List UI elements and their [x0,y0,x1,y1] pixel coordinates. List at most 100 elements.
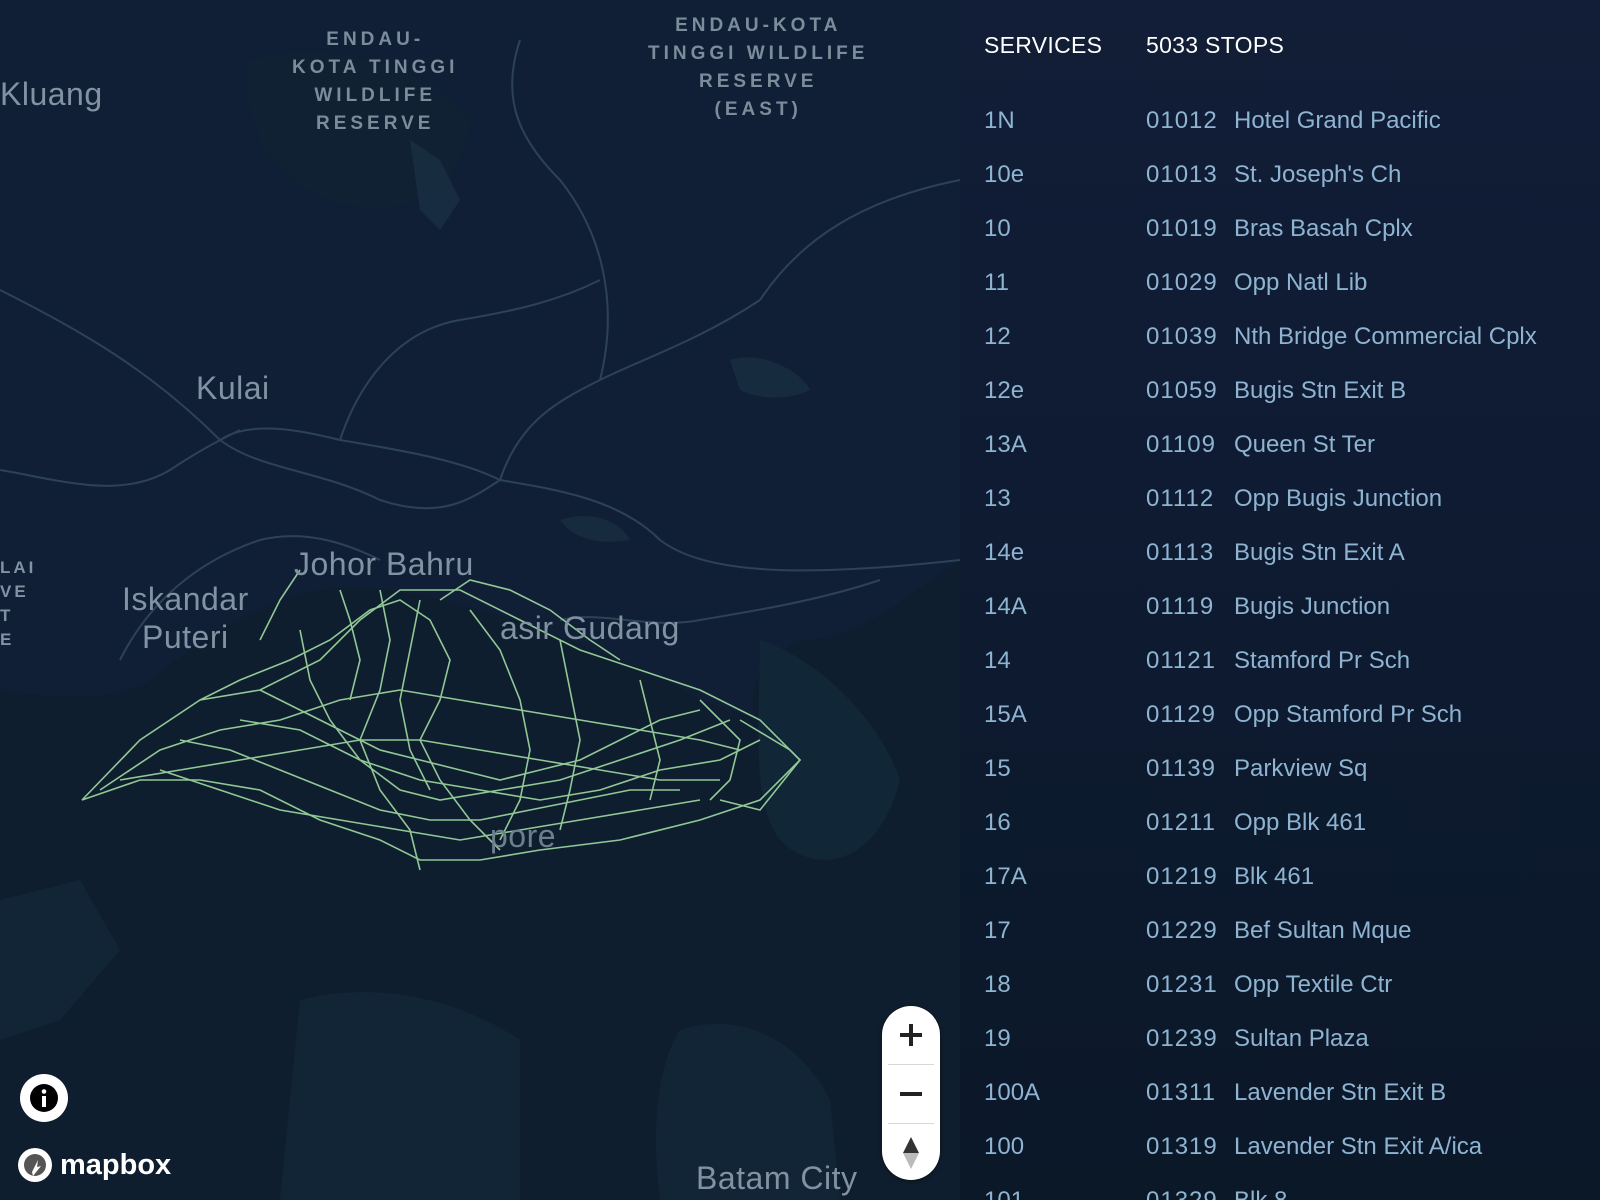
services-header: SERVICES [984,32,1103,58]
service-item[interactable]: 100 [984,1120,1134,1174]
stop-item[interactable]: 01319 Lavender Stn Exit A/ica [1146,1120,1596,1174]
stop-name: Opp Natl Lib [1234,269,1368,296]
service-item[interactable]: 1N [984,94,1134,148]
stop-code: 01029 [1146,269,1218,296]
service-item[interactable]: 14 [984,634,1134,688]
service-item[interactable]: 14A [984,580,1134,634]
stop-item[interactable]: 01211 Opp Blk 461 [1146,796,1596,850]
stop-item[interactable]: 01012 Hotel Grand Pacific [1146,94,1596,148]
service-item[interactable]: 17A [984,850,1134,904]
service-item[interactable]: 10 [984,202,1134,256]
stop-code: 01211 [1146,809,1216,836]
stop-code: 01239 [1146,1025,1218,1052]
stop-item[interactable]: 01121 Stamford Pr Sch [1146,634,1596,688]
plus-icon [900,1024,922,1046]
map-navigation-control [882,1006,940,1180]
service-item[interactable]: 10e [984,148,1134,202]
service-item[interactable]: 16 [984,796,1134,850]
stop-name: Hotel Grand Pacific [1234,107,1441,134]
label-wildlife-reserve-east: ENDAU-KOTA TINGGI WILDLIFE RESERVE (EAST… [648,15,869,120]
service-item[interactable]: 13A [984,418,1134,472]
stop-name: Bugis Junction [1234,593,1391,620]
mapbox-wordmark: mapbox [60,1148,172,1181]
stop-name: Queen St Ter [1234,431,1375,458]
stop-item[interactable]: 01059 Bugis Stn Exit B [1146,364,1596,418]
stop-code: 01231 [1146,971,1218,998]
stop-name: Blk 461 [1234,863,1315,890]
stop-item[interactable]: 01329Blk 8 [1146,1174,1596,1200]
stop-name: Opp Blk 461 [1234,809,1367,836]
zoom-in-button[interactable] [882,1006,940,1064]
stop-item[interactable]: 01019 Bras Basah Cplx [1146,202,1596,256]
service-item[interactable]: 15A [984,688,1134,742]
service-item[interactable]: 15 [984,742,1134,796]
stop-item[interactable]: 01231 Opp Textile Ctr [1146,958,1596,1012]
label-singapore: pore [490,818,557,854]
stop-code: 01019 [1146,215,1218,242]
stop-name: St. Joseph's Ch [1234,161,1402,188]
stop-code: 01109 [1146,431,1216,458]
stop-name: Opp Bugis Junction [1234,485,1443,512]
mapbox-logo[interactable]: mapbox [16,1146,171,1184]
service-item[interactable]: 12 [984,310,1134,364]
stop-name: Bugis Stn Exit A [1234,539,1405,566]
stop-item[interactable]: 01239 Sultan Plaza [1146,1012,1596,1066]
service-item[interactable]: 100A [984,1066,1134,1120]
label-kulai: Kulai [196,370,270,406]
info-button[interactable] [20,1074,68,1122]
stop-item[interactable]: 01029 Opp Natl Lib [1146,256,1596,310]
stop-item[interactable]: 01112 Opp Bugis Junction [1146,472,1596,526]
reset-bearing-button[interactable] [882,1124,940,1182]
stop-code: 01311 [1146,1079,1216,1106]
stop-name: Parkview Sq [1234,755,1368,782]
label-kluang: Kluang [0,76,103,112]
stop-item[interactable]: 01219 Blk 461 [1146,850,1596,904]
stop-code: 01329 [1146,1174,1234,1200]
stop-code: 01319 [1146,1133,1218,1160]
map-view[interactable]: Kluang ENDAU- KOTA TINGGI WILDLIFE RESER… [0,0,960,1200]
label-wildlife-reserve: ENDAU- KOTA TINGGI WILDLIFE RESERVE [292,29,459,134]
label-johor-bahru: Johor Bahru [294,546,474,582]
service-item[interactable]: 12e [984,364,1134,418]
service-item[interactable]: 18 [984,958,1134,1012]
stop-item[interactable]: 01119 Bugis Junction [1146,580,1596,634]
stop-item[interactable]: 01113 Bugis Stn Exit A [1146,526,1596,580]
stop-name: Opp Textile Ctr [1234,971,1393,998]
stop-name: Nth Bridge Commercial Cplx [1234,323,1537,350]
stop-item[interactable]: 01039 Nth Bridge Commercial Cplx [1146,310,1596,364]
compass-icon [903,1137,919,1169]
service-item[interactable]: 14e [984,526,1134,580]
stop-item[interactable]: 01129 Opp Stamford Pr Sch [1146,688,1596,742]
services-list: 1N 10e 10 11 12 12e 13A 13 14e 14A 14 15A 15 16 17A 17 1… [984,94,1134,1200]
stops-list: 01012 Hotel Grand Pacific 01013 St. Joseph'… [1146,94,1596,1200]
label-pasir-gudang: asir Gudang [500,610,680,646]
service-item[interactable]: 11 [984,256,1134,310]
stop-name: Lavender Stn Exit A/ica [1234,1133,1483,1160]
label-iskandar-puteri: Iskandar Puteri [122,581,249,655]
stop-item[interactable]: 01229 Bef Sultan Mque [1146,904,1596,958]
stop-item[interactable]: 01139 Parkview Sq [1146,742,1596,796]
stop-code: 01012 [1146,107,1218,134]
stop-name: Bras Basah Cplx [1234,215,1413,242]
stop-name: Sultan Plaza [1234,1025,1369,1052]
minus-icon [900,1092,922,1096]
stop-code: 01129 [1146,701,1216,728]
stop-item[interactable]: 01013 St. Joseph's Ch [1146,148,1596,202]
stop-code: 01013 [1146,161,1218,188]
label-batam-city: Batam City [696,1160,858,1196]
side-panel: SERVICES 5033 STOPS 1N 10e 10 11 12 12e 13A 13 1… [960,0,1600,1200]
service-item[interactable]: 101 [984,1174,1134,1200]
service-item[interactable]: 17 [984,904,1134,958]
stop-code: 01219 [1146,863,1218,890]
service-item[interactable]: 13 [984,472,1134,526]
stop-code: 01039 [1146,323,1218,350]
stop-item[interactable]: 01109 Queen St Ter [1146,418,1596,472]
stop-name: Blk 8 [1234,1187,1287,1200]
stops-header: 5033 STOPS [1146,32,1285,58]
stop-item[interactable]: 01311 Lavender Stn Exit B [1146,1066,1596,1120]
stop-name: Opp Stamford Pr Sch [1234,701,1463,728]
zoom-out-button[interactable] [882,1065,940,1123]
service-item[interactable]: 19 [984,1012,1134,1066]
stop-code: 01112 [1146,485,1215,512]
stop-code: 01059 [1146,377,1218,404]
